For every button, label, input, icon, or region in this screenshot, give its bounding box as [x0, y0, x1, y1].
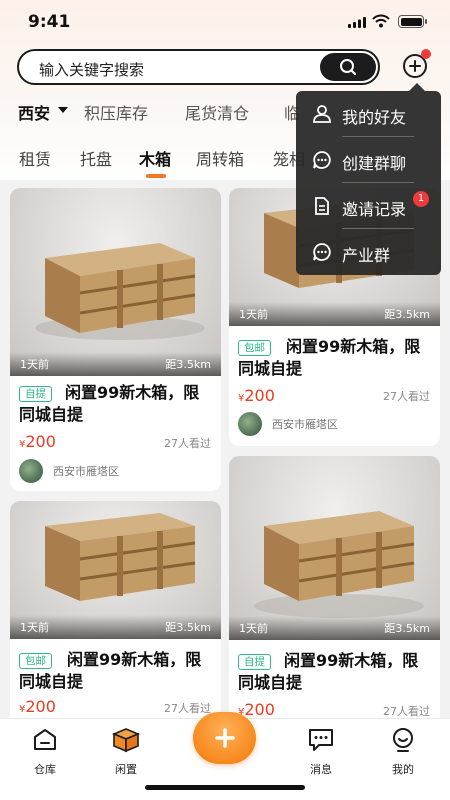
city-selector[interactable]: 西安 [18, 100, 50, 124]
active-tab-indicator [146, 174, 166, 178]
category-item[interactable]: 尾货清仓 [185, 100, 249, 124]
notification-badge: 1 [413, 191, 429, 207]
signal-icon [348, 17, 366, 28]
add-menu-button[interactable] [403, 49, 431, 78]
tab-label: 我的 [392, 763, 414, 776]
view-count: 27人看过 [164, 437, 211, 450]
menu-item-invite-records[interactable]: 邀请记录 1 [296, 183, 441, 229]
avatar [19, 459, 43, 483]
listing-card[interactable]: 1天前 距3.5km 闲置99新木箱，限同城自提 自提 ¥200 27人看过 [229, 456, 440, 736]
menu-item-label: 创建群聊 [342, 154, 407, 173]
tab-wooden-box[interactable]: 木箱 [139, 146, 171, 170]
view-count: 27人看过 [383, 390, 430, 403]
battery-icon [398, 15, 427, 28]
listing-tag: 自提 [19, 386, 52, 402]
tab-label: 仓库 [34, 763, 56, 776]
message-icon [309, 729, 333, 751]
menu-item-label: 我的好友 [342, 108, 407, 127]
tab-rental[interactable]: 租赁 [19, 146, 51, 170]
chevron-down-icon [58, 107, 68, 113]
tab-idle[interactable]: 闲置 [96, 727, 156, 777]
post-time: 1天前 [239, 622, 268, 635]
avatar [238, 412, 262, 436]
post-time: 1天前 [20, 621, 49, 634]
listing-card[interactable]: 1天前 距3.5km 闲置99新木箱，限同城自提 包邮 ¥200 27人看过 [10, 501, 221, 731]
search-icon [340, 59, 356, 75]
listing-card[interactable]: 1天前 距3.5km 闲置99新木箱，限同城自提 自提 ¥200 27人看过 西… [10, 188, 221, 491]
status-time: 9:41 [28, 12, 71, 32]
tab-label: 消息 [310, 763, 332, 776]
product-image: 1天前 距3.5km [10, 188, 221, 376]
tab-messages[interactable]: 消息 [291, 727, 351, 777]
view-count: 27人看过 [383, 705, 430, 718]
search-button[interactable] [320, 53, 376, 81]
chat-icon [313, 243, 331, 261]
view-count: 27人看过 [164, 702, 211, 715]
menu-item-label: 产业群 [342, 246, 391, 265]
product-image: 1天前 距3.5km [229, 456, 440, 640]
distance: 距3.5km [384, 622, 430, 635]
menu-item-label: 邀请记录 [342, 200, 407, 219]
chat-icon [313, 151, 331, 169]
wifi-icon [372, 14, 390, 28]
publish-button[interactable] [193, 712, 256, 764]
listing-tag: 包邮 [19, 653, 52, 669]
listing-tag: 包邮 [238, 340, 271, 356]
distance: 距3.5km [165, 358, 211, 371]
tab-pallet[interactable]: 托盘 [80, 146, 112, 170]
menu-item-create-group[interactable]: 创建群聊 [296, 137, 441, 183]
tab-turnover-box[interactable]: 周转箱 [196, 146, 244, 170]
notification-dot [421, 49, 431, 59]
listing-price: ¥200 [19, 697, 56, 716]
category-item[interactable]: 积压库存 [84, 100, 148, 124]
user-icon [313, 105, 331, 123]
tab-mine[interactable]: 我的 [373, 727, 433, 777]
listing-price: ¥200 [19, 432, 56, 451]
listing-tag: 自提 [238, 654, 271, 670]
tab-warehouse[interactable]: 仓库 [15, 727, 75, 777]
warehouse-icon [34, 729, 56, 750]
menu-item-industry-group[interactable]: 产业群 [296, 229, 441, 275]
search-bar[interactable]: 输入关键字搜索 [17, 49, 380, 85]
listing-price: ¥200 [238, 386, 275, 405]
document-icon [315, 197, 329, 215]
status-bar: 9:41 [0, 0, 450, 44]
menu-item-friends[interactable]: 我的好友 [296, 91, 441, 137]
post-time: 1天前 [239, 308, 268, 321]
search-input[interactable]: 输入关键字搜索 [39, 59, 144, 80]
distance: 距3.5km [165, 621, 211, 634]
plus-icon [214, 728, 235, 748]
post-time: 1天前 [20, 358, 49, 371]
plus-icon [409, 60, 421, 72]
profile-icon [393, 728, 413, 752]
add-popup-menu: 我的好友 创建群聊 邀请记录 1 产业群 [296, 83, 441, 275]
distance: 距3.5km [384, 308, 430, 321]
box-icon [111, 728, 141, 753]
home-indicator [145, 785, 305, 790]
tab-label: 闲置 [115, 763, 137, 776]
product-image: 1天前 距3.5km [10, 501, 221, 639]
